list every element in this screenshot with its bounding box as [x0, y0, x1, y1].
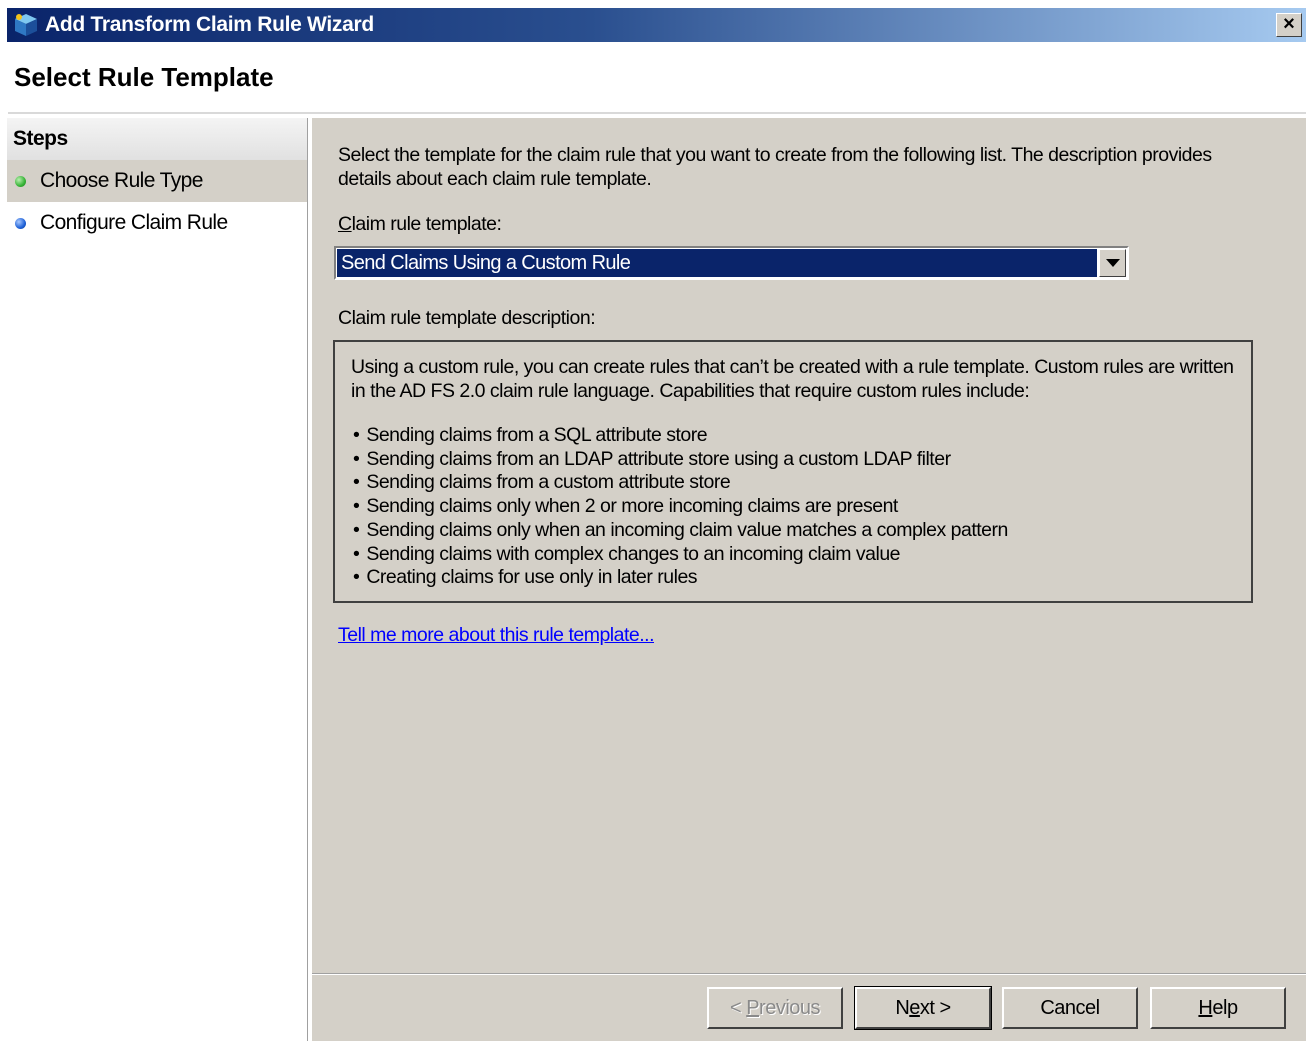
intro-text: Select the template for the claim rule t…: [338, 144, 1212, 190]
page-title: Select Rule Template: [14, 62, 274, 92]
cancel-button[interactable]: Cancel: [1002, 987, 1138, 1029]
list-item: Sending claims only when an incoming cla…: [353, 519, 1008, 543]
next-button[interactable]: Next >: [854, 986, 992, 1030]
list-item: Sending claims from a custom attribute s…: [353, 471, 1008, 495]
list-item: Creating claims for use only in later ru…: [353, 566, 1008, 590]
list-item: Sending claims from a SQL attribute stor…: [353, 424, 1008, 448]
previous-hotkey: P: [746, 997, 760, 1019]
previous-prefix: <: [729, 997, 747, 1019]
steps-heading: Steps: [7, 118, 307, 160]
window-title: Add Transform Claim Rule Wizard: [45, 13, 374, 36]
chevron-down-icon: [1106, 259, 1120, 267]
header-divider: [8, 112, 1306, 114]
next-hotkey: e: [909, 997, 920, 1019]
previous-rest: revious: [759, 997, 821, 1019]
next-prefix: N: [895, 997, 910, 1019]
help-rest: elp: [1212, 997, 1238, 1019]
wizard-cube-icon: [13, 12, 39, 38]
rule-template-select[interactable]: Send Claims Using a Custom Rule: [334, 246, 1129, 280]
close-icon: ×: [1283, 13, 1295, 35]
template-label-rest: laim rule template:: [351, 213, 502, 235]
step-choose-rule-type[interactable]: Choose Rule Type: [7, 160, 307, 202]
template-label: Claim rule template:: [338, 213, 502, 236]
description-text: Using a custom rule, you can create rule…: [351, 356, 1234, 402]
step-label: Configure Claim Rule: [40, 211, 228, 234]
rule-template-selected-value: Send Claims Using a Custom Rule: [337, 249, 1097, 277]
description-box: Using a custom rule, you can create rule…: [333, 340, 1253, 603]
help-hotkey: H: [1198, 997, 1213, 1019]
previous-button[interactable]: < Previous: [707, 987, 843, 1029]
steps-panel: Steps Choose Rule Type Configure Claim R…: [7, 118, 307, 1041]
main-content: Select the template for the claim rule t…: [312, 118, 1306, 973]
step-current-bullet-icon: [15, 175, 26, 187]
capabilities-list: Sending claims from a SQL attribute stor…: [353, 424, 1008, 590]
step-configure-claim-rule[interactable]: Configure Claim Rule: [7, 202, 307, 244]
template-label-hotkey: C: [338, 213, 352, 235]
close-button[interactable]: ×: [1276, 13, 1302, 37]
dropdown-button[interactable]: [1099, 249, 1126, 277]
description-label: Claim rule template description:: [338, 307, 596, 329]
window-titlebar: Add Transform Claim Rule Wizard ×: [7, 8, 1306, 42]
button-bar: < Previous Next > Cancel Help: [312, 973, 1306, 1041]
step-label: Choose Rule Type: [40, 169, 203, 192]
list-item: Sending claims only when 2 or more incom…: [353, 495, 1008, 519]
list-item: Sending claims with complex changes to a…: [353, 543, 1008, 567]
panel-divider: [307, 118, 310, 1041]
help-link[interactable]: Tell me more about this rule template...: [338, 624, 655, 647]
next-rest: xt >: [919, 997, 951, 1019]
help-button[interactable]: Help: [1150, 987, 1286, 1029]
step-pending-bullet-icon: [15, 217, 26, 229]
list-item: Sending claims from an LDAP attribute st…: [353, 448, 1008, 472]
